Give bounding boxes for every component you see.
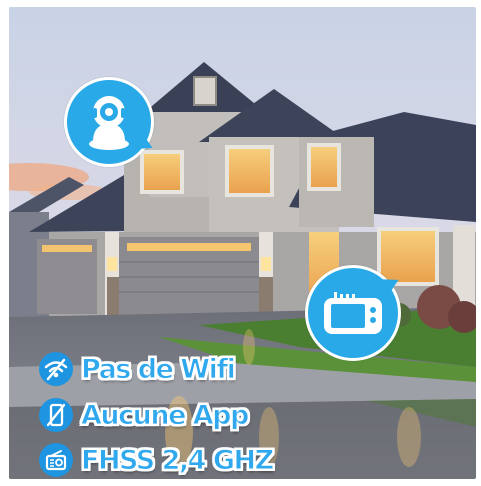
feature-no-app: Aucune App [39, 398, 250, 432]
feature-label: FHSS 2,4 GHZ [81, 444, 275, 476]
radio-icon [39, 443, 73, 477]
baby-monitor-icon [324, 292, 382, 334]
camera-bubble [64, 77, 154, 167]
baby-camera-icon [89, 96, 129, 150]
no-phone-icon [39, 398, 73, 432]
monitor-bubble [305, 265, 401, 361]
feature-label: Aucune App [81, 399, 250, 431]
feature-no-wifi: Pas de Wifi [39, 352, 236, 386]
no-wifi-icon [39, 352, 73, 386]
product-image: Pas de Wifi Aucune App FHSS 2,4 GHZ [9, 7, 476, 479]
feature-label: Pas de Wifi [80, 353, 236, 385]
feature-fhss: FHSS 2,4 GHZ [39, 443, 275, 477]
